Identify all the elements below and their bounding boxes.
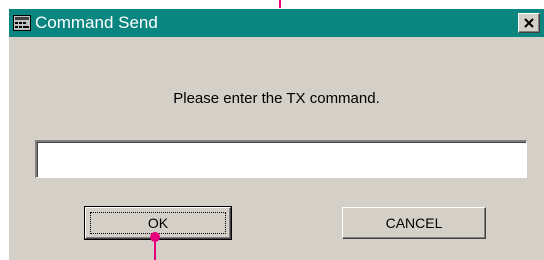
- tx-command-input[interactable]: [35, 140, 527, 178]
- close-button[interactable]: [518, 13, 540, 33]
- prompt-text: Please enter the TX command.: [173, 90, 380, 107]
- cancel-button-label: CANCEL: [385, 215, 443, 231]
- app-window-icon: [13, 15, 31, 31]
- cancel-button[interactable]: CANCEL: [342, 207, 486, 239]
- title-bar[interactable]: Command Send: [9, 9, 544, 37]
- callout-line-ok: [154, 237, 156, 260]
- focus-rectangle: [90, 212, 226, 234]
- screenshot-stage: Command Send Please enter the TX command…: [0, 0, 544, 260]
- command-send-dialog: Command Send Please enter the TX command…: [8, 8, 544, 260]
- window-title: Command Send: [35, 13, 158, 32]
